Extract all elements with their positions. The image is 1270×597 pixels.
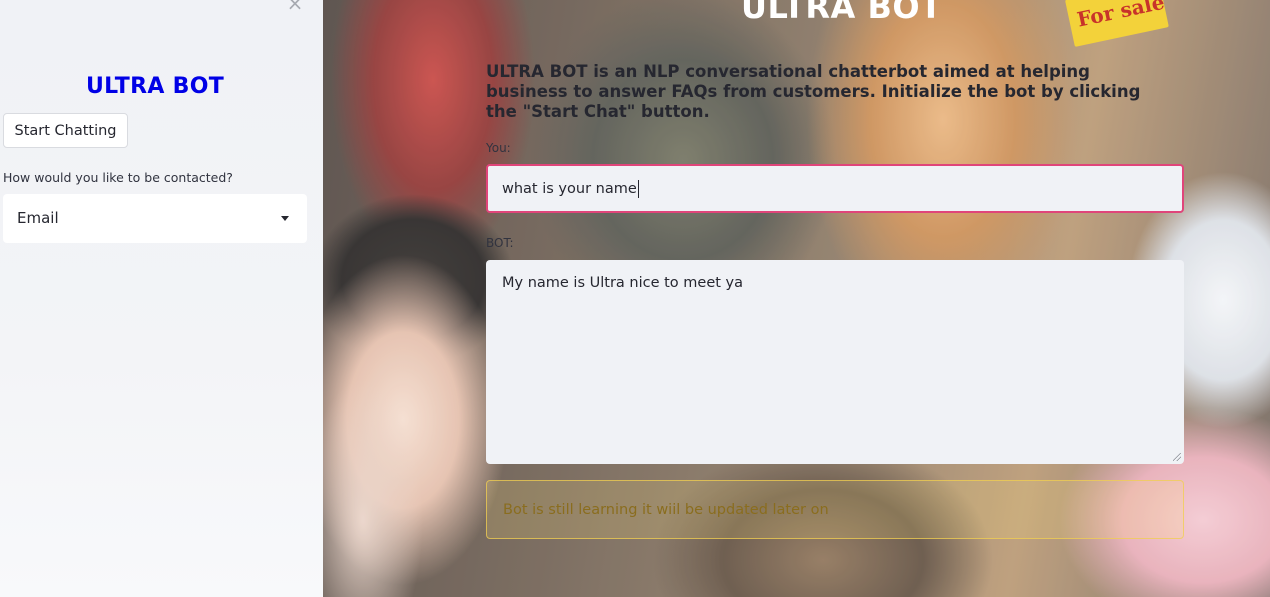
you-label: You: xyxy=(486,141,511,155)
start-chatting-button[interactable]: Start Chatting xyxy=(3,113,128,148)
main-area: For sale ULTRA BOT ULTRA BOT is an NLP c… xyxy=(323,0,1270,597)
sale-sign-text: For sale xyxy=(1074,0,1167,32)
bot-label: BOT: xyxy=(486,236,514,250)
contact-method-select[interactable]: Email xyxy=(3,194,307,243)
close-sidebar-icon[interactable]: × xyxy=(286,0,304,13)
resize-handle-icon[interactable] xyxy=(1173,453,1181,461)
user-message-input[interactable]: what is your name xyxy=(486,164,1184,213)
contact-method-value: Email xyxy=(17,209,59,227)
page-title: ULTRA BOT xyxy=(741,0,943,26)
warning-text: Bot is still learning it wiil be updated… xyxy=(503,501,829,518)
caret-down-icon xyxy=(281,216,289,221)
sidebar: × ULTRA BOT Start Chatting How would you… xyxy=(0,0,323,597)
bot-response-textarea[interactable]: My name is Ultra nice to meet ya xyxy=(486,260,1184,464)
bot-description: ULTRA BOT is an NLP conversational chatt… xyxy=(486,62,1141,121)
sidebar-title: ULTRA BOT xyxy=(85,74,225,99)
user-message-text: what is your name xyxy=(502,180,637,197)
contact-method-label: How would you like to be contacted? xyxy=(3,170,233,185)
bot-response-text: My name is Ultra nice to meet ya xyxy=(502,275,744,291)
text-cursor xyxy=(637,179,639,198)
warning-alert: Bot is still learning it wiil be updated… xyxy=(486,480,1184,539)
